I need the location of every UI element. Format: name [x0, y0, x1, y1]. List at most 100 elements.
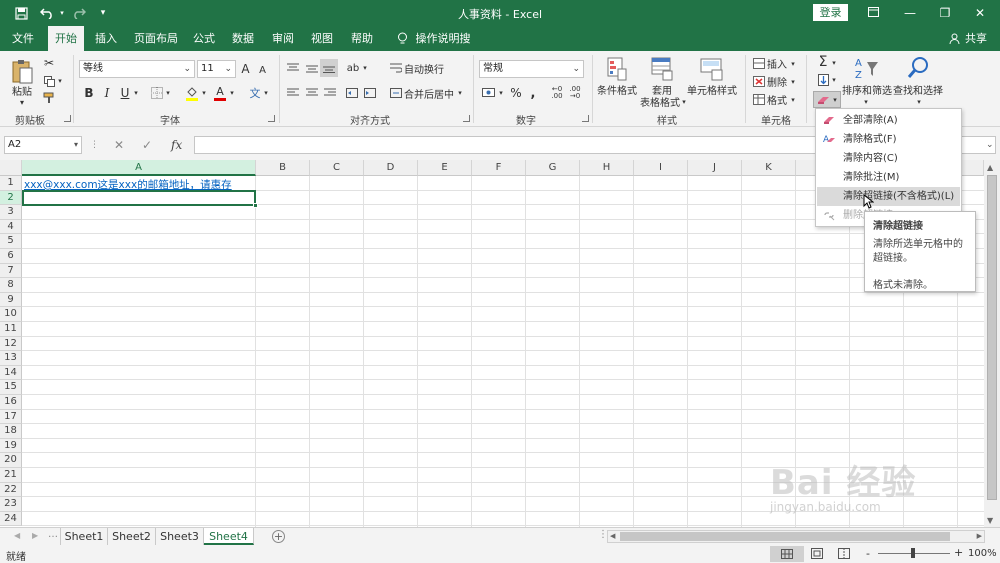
wrap-text-icon[interactable] — [389, 61, 403, 75]
tab-file[interactable]: 文件 — [6, 26, 40, 51]
tab-insert[interactable]: 插入 — [88, 26, 124, 51]
tab-review[interactable]: 审阅 — [266, 26, 300, 51]
tabs-ellipsis-icon[interactable]: … — [48, 529, 58, 540]
column-header[interactable]: D — [364, 160, 418, 176]
column-header[interactable]: B — [256, 160, 310, 176]
scroll-tabs-right-icon[interactable]: ▶ — [32, 531, 38, 540]
page-layout-view-icon[interactable] — [811, 548, 823, 562]
row-header[interactable]: 23 — [0, 497, 22, 512]
row-header[interactable]: 12 — [0, 336, 22, 352]
accounting-format-icon[interactable] — [481, 86, 497, 100]
decrease-decimal-icon[interactable]: .00 →0 — [567, 86, 583, 100]
orientation-dropdown-icon[interactable]: ▾ — [361, 61, 369, 75]
close-icon[interactable]: ✕ — [965, 2, 995, 24]
sort-filter-icon[interactable]: AZ — [852, 55, 880, 81]
font-dialog-launcher-icon[interactable] — [268, 115, 275, 122]
column-header[interactable]: C — [310, 160, 364, 176]
sheet-tab[interactable]: Sheet3 — [156, 528, 204, 545]
find-select-button[interactable]: 查找和选择 — [893, 82, 943, 97]
row-header[interactable]: 19 — [0, 438, 22, 454]
align-middle-icon[interactable] — [305, 61, 319, 75]
cut-icon[interactable]: ✂ — [42, 56, 56, 70]
menu-item-clear-contents[interactable]: 清除内容(C) — [817, 149, 960, 168]
scroll-up-icon[interactable]: ▲ — [987, 163, 993, 172]
decrease-indent-icon[interactable] — [345, 86, 359, 100]
tab-home[interactable]: 开始 — [48, 26, 84, 51]
row-header[interactable]: 10 — [0, 307, 22, 322]
row-header[interactable]: 17 — [0, 409, 22, 425]
increase-indent-icon[interactable] — [363, 86, 377, 100]
font-color-dropdown-icon[interactable]: ▾ — [228, 85, 236, 101]
sheet-tab-active[interactable]: Sheet4 — [204, 528, 254, 545]
insert-function-icon[interactable]: fx — [171, 136, 182, 154]
font-size-select[interactable]: 11 ⌄ — [197, 60, 236, 78]
vertical-scrollbar[interactable]: ▲ ▼ — [984, 160, 1000, 527]
align-bottom-icon[interactable] — [320, 59, 338, 77]
align-left-icon[interactable] — [286, 86, 300, 100]
comma-button[interactable]: , — [528, 85, 538, 101]
tab-help[interactable]: 帮助 — [345, 26, 379, 51]
row-header[interactable]: 4 — [0, 219, 22, 235]
sheet-tab[interactable]: Sheet1 — [60, 528, 108, 545]
paste-button[interactable]: 粘贴 — [8, 83, 36, 98]
tab-page-layout[interactable]: 页面布局 — [130, 26, 182, 51]
row-header[interactable]: 15 — [0, 380, 22, 395]
row-header[interactable]: 16 — [0, 395, 22, 410]
tell-me-search[interactable]: 操作说明搜索 — [412, 26, 474, 70]
zoom-in-button[interactable]: + — [954, 546, 963, 559]
format-dropdown-icon[interactable]: ▾ — [789, 93, 797, 106]
row-header[interactable]: 6 — [0, 249, 22, 264]
zoom-out-button[interactable]: - — [866, 547, 870, 560]
find-select-dropdown-icon[interactable]: ▾ — [915, 96, 923, 108]
number-dialog-launcher-icon[interactable] — [582, 115, 589, 122]
italic-button[interactable]: I — [100, 85, 114, 101]
zoom-level[interactable]: 100% — [968, 548, 997, 559]
row-header[interactable]: 9 — [0, 292, 22, 308]
clear-button[interactable]: ▾ — [813, 91, 841, 108]
column-header[interactable]: E — [418, 160, 472, 176]
column-header[interactable]: A — [22, 160, 256, 176]
autosum-button[interactable]: Σ — [816, 54, 830, 70]
row-header[interactable]: 7 — [0, 263, 22, 279]
tab-view[interactable]: 视图 — [305, 26, 339, 51]
fill-color-icon[interactable] — [184, 84, 200, 102]
menu-item-clear-all[interactable]: 全部清除(A) — [817, 111, 960, 130]
tab-formulas[interactable]: 公式 — [187, 26, 221, 51]
shrink-font-button[interactable]: A — [257, 63, 268, 77]
scroll-tabs-left-icon[interactable]: ◀ — [14, 531, 20, 540]
row-header[interactable]: 2 — [0, 190, 22, 206]
format-as-table-button-line2[interactable]: 表格格式 — [637, 95, 683, 109]
row-header[interactable]: 14 — [0, 365, 22, 381]
row-header[interactable]: 20 — [0, 453, 22, 468]
bold-button[interactable]: B — [82, 85, 96, 101]
insert-dropdown-icon[interactable]: ▾ — [789, 57, 797, 70]
grow-font-button[interactable]: A — [239, 61, 252, 77]
zoom-slider[interactable] — [878, 548, 950, 558]
share-button[interactable]: 共享 — [962, 26, 990, 51]
increase-decimal-icon[interactable]: ←0.00 — [549, 86, 565, 100]
row-header[interactable]: 5 — [0, 234, 22, 249]
column-header[interactable]: H — [580, 160, 634, 176]
row-header[interactable]: 24 — [0, 511, 22, 527]
new-sheet-icon[interactable]: + — [272, 530, 285, 543]
underline-button[interactable]: U — [118, 85, 132, 101]
row-header[interactable]: 18 — [0, 424, 22, 439]
format-cells-icon[interactable] — [752, 93, 766, 106]
format-as-table-dropdown-icon[interactable]: ▾ — [680, 96, 688, 108]
confirm-entry-icon[interactable]: ✓ — [142, 136, 152, 154]
underline-dropdown-icon[interactable]: ▾ — [132, 85, 140, 101]
fill-dropdown-icon[interactable]: ▾ — [830, 74, 838, 86]
phonetic-button[interactable]: 文 — [248, 85, 262, 101]
restore-icon[interactable]: ❐ — [930, 2, 960, 24]
number-format-select[interactable]: 常规 ⌄ — [479, 60, 584, 78]
wrap-text-button[interactable]: 自动换行 — [404, 61, 444, 76]
copy-dropdown-icon[interactable]: ▾ — [56, 74, 64, 88]
percent-button[interactable]: % — [509, 85, 523, 101]
fill-icon[interactable] — [816, 73, 830, 87]
minimize-icon[interactable]: — — [895, 2, 925, 24]
accounting-dropdown-icon[interactable]: ▾ — [497, 86, 505, 100]
sheet-tab[interactable]: Sheet2 — [108, 528, 156, 545]
zoom-slider-thumb[interactable] — [911, 548, 915, 558]
column-header[interactable]: J — [688, 160, 742, 176]
sort-filter-dropdown-icon[interactable]: ▾ — [862, 96, 870, 108]
